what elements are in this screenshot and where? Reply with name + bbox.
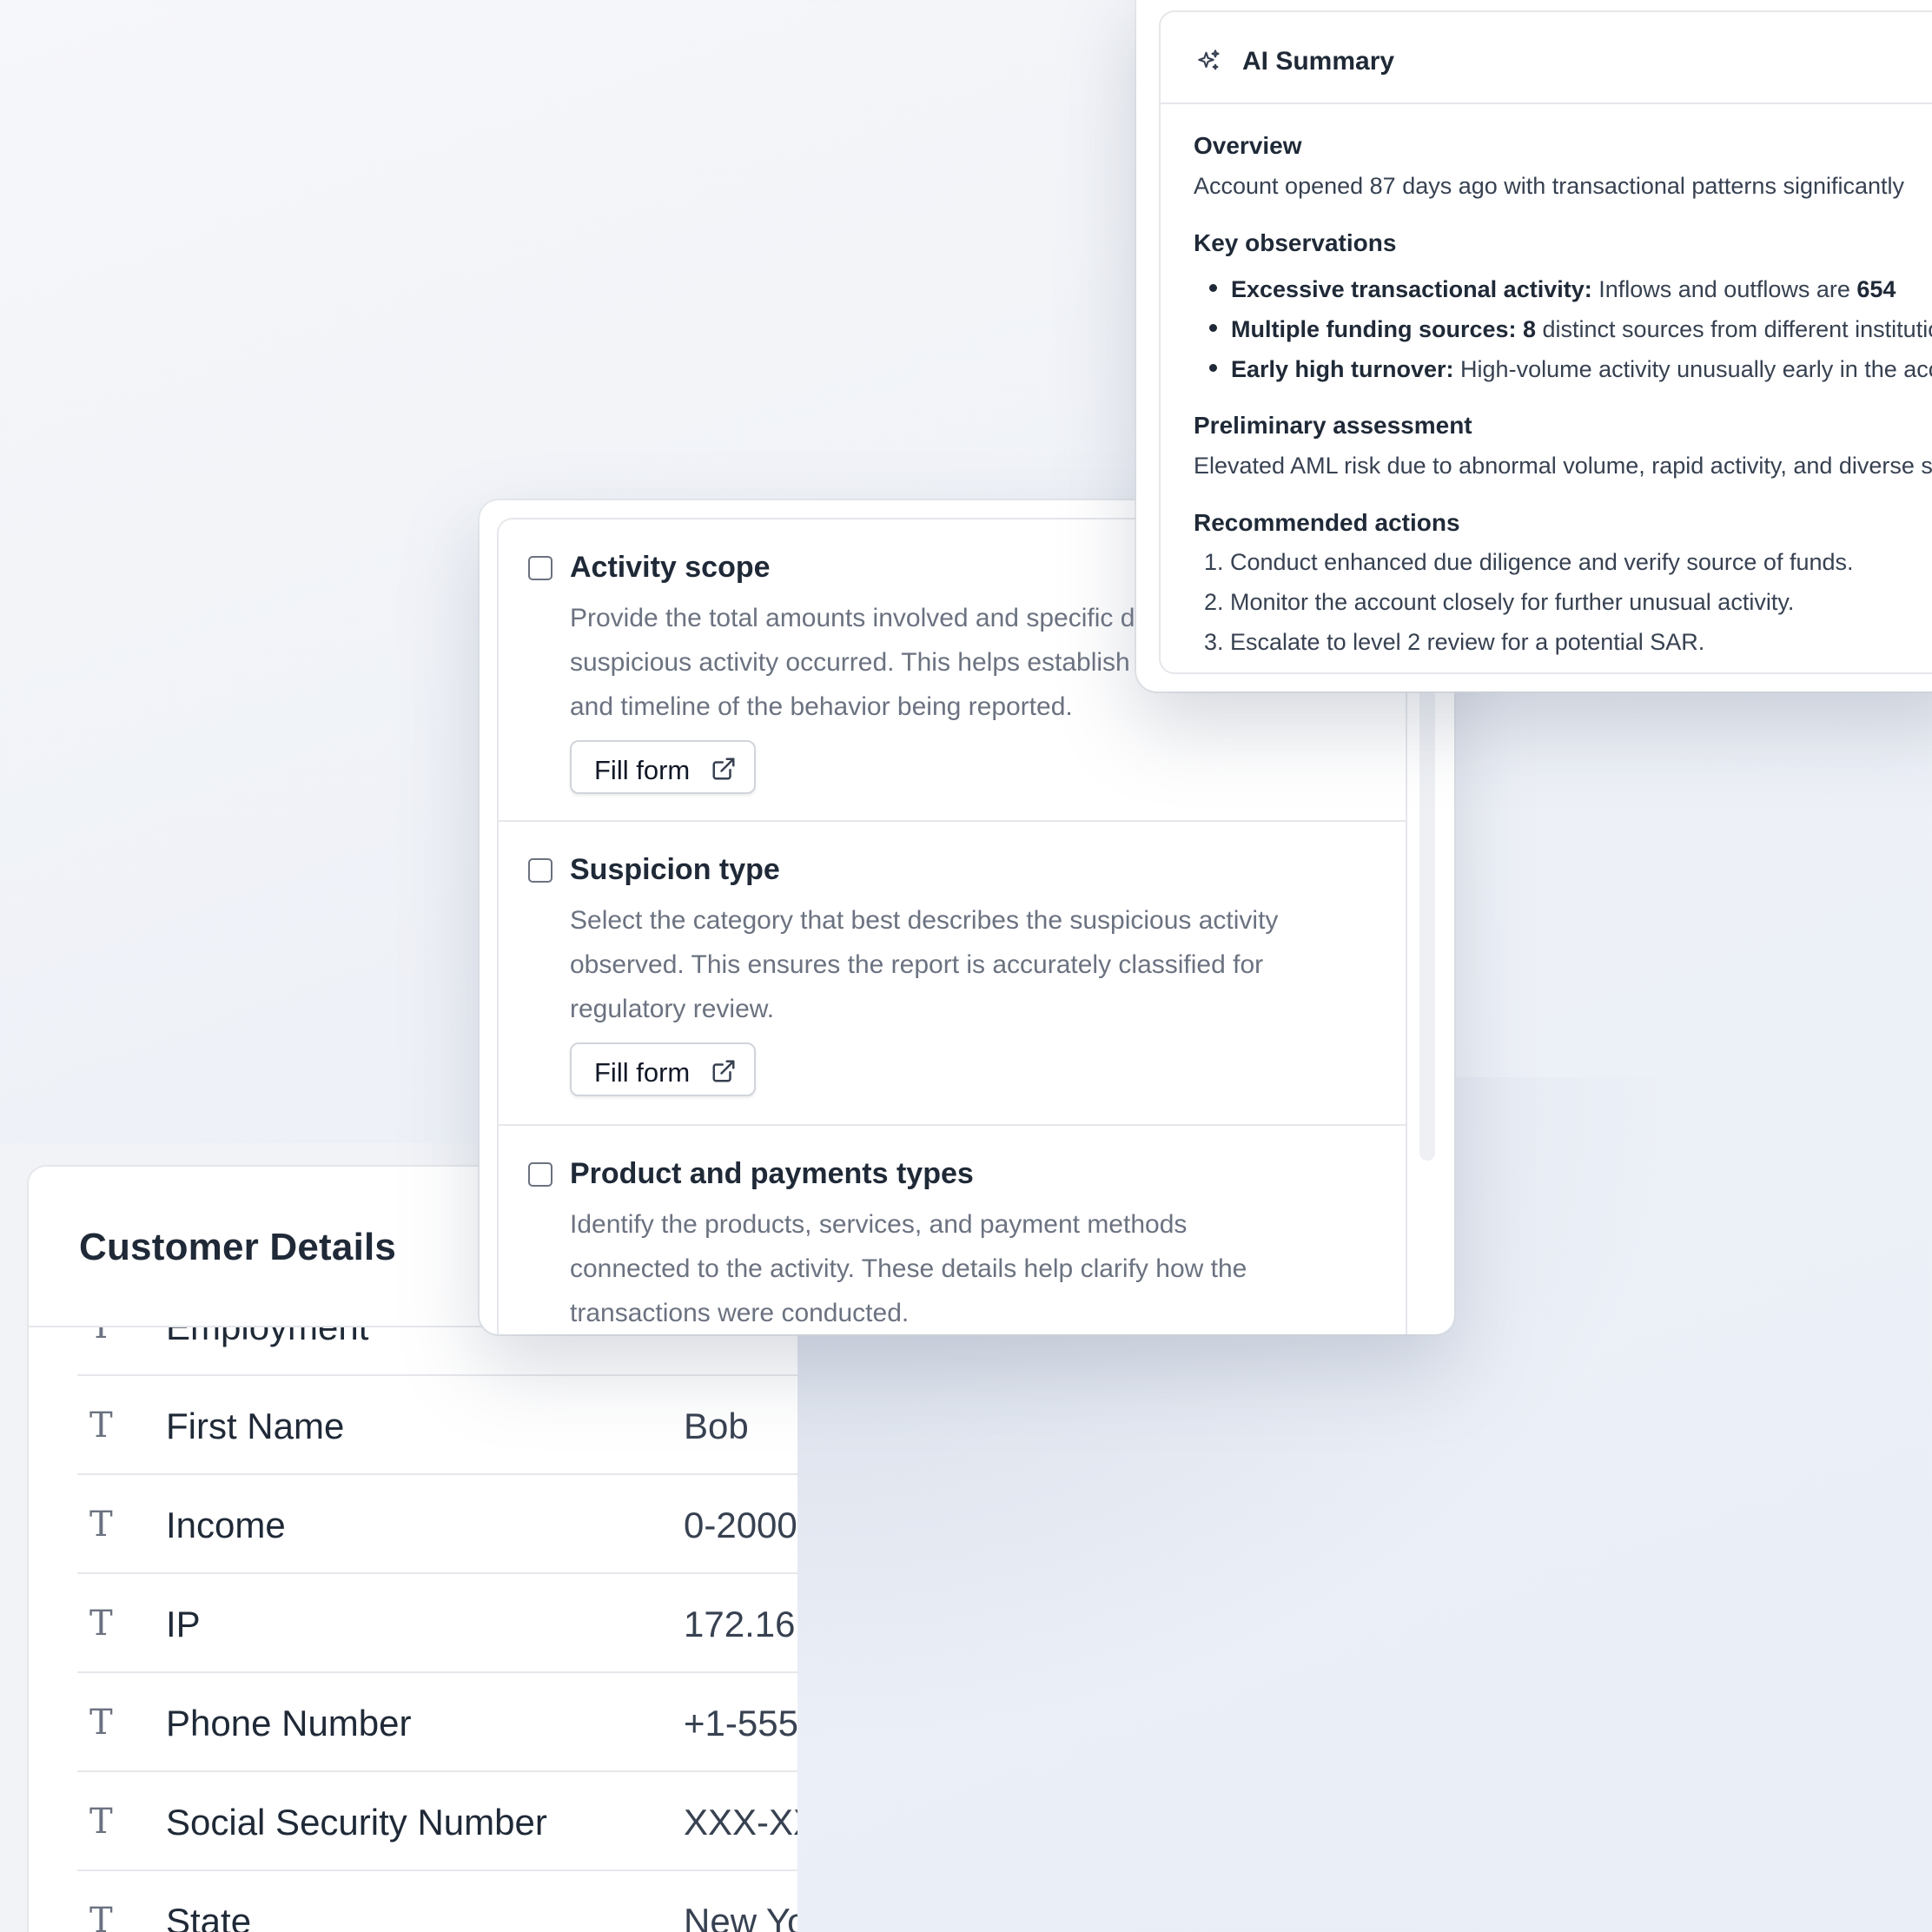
observation-value: 654	[1856, 276, 1896, 302]
observation-label: Excessive transactional activity:	[1231, 276, 1592, 302]
observation-label: Multiple funding sources: 8	[1231, 316, 1537, 342]
desc-line: Identify the products, services, and pay…	[570, 1210, 1188, 1239]
field-label: Phone Number	[166, 1703, 412, 1743]
text-type-icon: T	[89, 1327, 113, 1346]
action-item: 2. Monitor the account closely for furth…	[1204, 589, 1795, 615]
ai-summary-panel: AI Summary Overview Account opened 87 da…	[1136, 0, 1932, 691]
desc-line: regulatory review.	[570, 995, 775, 1023]
text-type-icon: T	[89, 1703, 113, 1743]
field-label: IP	[166, 1604, 201, 1644]
bullet-dot	[1209, 324, 1217, 333]
observation-item: Early high turnover: High-volume activit…	[1209, 356, 1932, 383]
action-item: 3. Escalate to level 2 review for a pote…	[1204, 629, 1705, 655]
overview-heading: Overview	[1194, 132, 1302, 159]
desc-line: observed. This ensures the report is acc…	[570, 950, 1264, 979]
overview-text: Account opened 87 days ago with transact…	[1194, 173, 1905, 199]
desc-line: connected to the activity. These details…	[570, 1254, 1247, 1283]
key-observations-heading: Key observations	[1194, 229, 1397, 256]
field-label: State	[166, 1901, 252, 1932]
external-link-icon	[712, 1060, 735, 1082]
external-link-icon	[712, 758, 735, 780]
text-type-icon: T	[89, 1901, 113, 1932]
action-item: 1. Conduct enhanced due diligence and ve…	[1204, 549, 1854, 575]
field-label: First Name	[166, 1406, 345, 1446]
button-label: Fill form	[594, 755, 691, 785]
customer-details-title: Customer Details	[79, 1226, 397, 1268]
observation-text: distinct sources from different institut…	[1536, 316, 1932, 342]
task-title: Activity scope	[570, 551, 771, 584]
text-type-icon: T	[89, 1406, 113, 1446]
table-row[interactable]: T Social Security Number XXX-XX-	[77, 1772, 797, 1871]
table-row[interactable]: T First Name Bob	[77, 1376, 797, 1475]
task-description: Identify the products, services, and pay…	[570, 1202, 1378, 1334]
text-type-icon: T	[89, 1505, 113, 1545]
observation-label: Early high turnover:	[1231, 356, 1454, 382]
preliminary-assessment-heading: Preliminary assessment	[1194, 412, 1472, 439]
table-row[interactable]: T Income 0-20000	[77, 1475, 797, 1574]
recommended-actions-heading: Recommended actions	[1194, 509, 1460, 536]
preliminary-assessment-text: Elevated AML risk due to abnormal volume…	[1194, 453, 1932, 479]
ai-summary-title: AI Summary	[1242, 47, 1395, 76]
sparkle-icon	[1198, 50, 1220, 70]
fill-form-button[interactable]: Fill form	[570, 1042, 756, 1096]
observation-text: High-volume activity unusually early in …	[1460, 356, 1932, 382]
field-value: Bob	[684, 1406, 749, 1446]
field-value: 0-20000	[684, 1505, 797, 1545]
task-description: Select the category that best describes …	[570, 898, 1378, 1031]
customer-details-list[interactable]: T Employment T First Name Bob T Income 0…	[29, 1327, 797, 1932]
field-label: Income	[166, 1505, 286, 1545]
text-type-icon: T	[89, 1802, 113, 1842]
field-value: +1-555-	[684, 1703, 797, 1743]
table-row[interactable]: T Phone Number +1-555-	[77, 1673, 797, 1772]
table-row[interactable]: T IP 172.16.0.	[77, 1574, 797, 1673]
ai-summary-header: AI Summary	[1161, 12, 1932, 104]
observation-item: Excessive transactional activity: Inflow…	[1209, 276, 1896, 303]
desc-line: transactions were conducted.	[570, 1299, 910, 1327]
field-label: Social Security Number	[166, 1802, 547, 1843]
table-row-employment[interactable]: T Employment	[77, 1327, 797, 1376]
field-value: 172.16.0.	[684, 1604, 797, 1644]
scrollbar[interactable]	[1419, 674, 1435, 1161]
task-title: Product and payments types	[570, 1157, 974, 1190]
task-checkbox[interactable]	[528, 556, 552, 580]
task-checkbox[interactable]	[528, 1162, 552, 1187]
desc-line: Select the category that best describes …	[570, 906, 1279, 935]
field-value: XXX-XX-	[684, 1802, 797, 1843]
field-label: Employment	[166, 1327, 368, 1348]
button-label: Fill form	[594, 1057, 691, 1088]
observation-text: Inflows and outflows are	[1591, 276, 1857, 302]
ai-summary-card: AI Summary Overview Account opened 87 da…	[1159, 10, 1932, 674]
observation-item: Multiple funding sources: 8 distinct sou…	[1209, 316, 1932, 343]
fill-form-button[interactable]: Fill form	[570, 740, 756, 794]
bullet-dot	[1209, 284, 1217, 293]
text-type-icon: T	[89, 1604, 113, 1644]
checklist-item-product-payments: Product and payments types Identify the …	[499, 1126, 1406, 1334]
task-checkbox[interactable]	[528, 858, 552, 883]
bullet-dot	[1209, 364, 1217, 373]
task-title: Suspicion type	[570, 853, 780, 886]
table-row[interactable]: T State New York	[77, 1871, 797, 1932]
checklist-item-suspicion-type: Suspicion type Select the category that …	[499, 822, 1406, 1126]
field-value: New York	[684, 1901, 797, 1932]
